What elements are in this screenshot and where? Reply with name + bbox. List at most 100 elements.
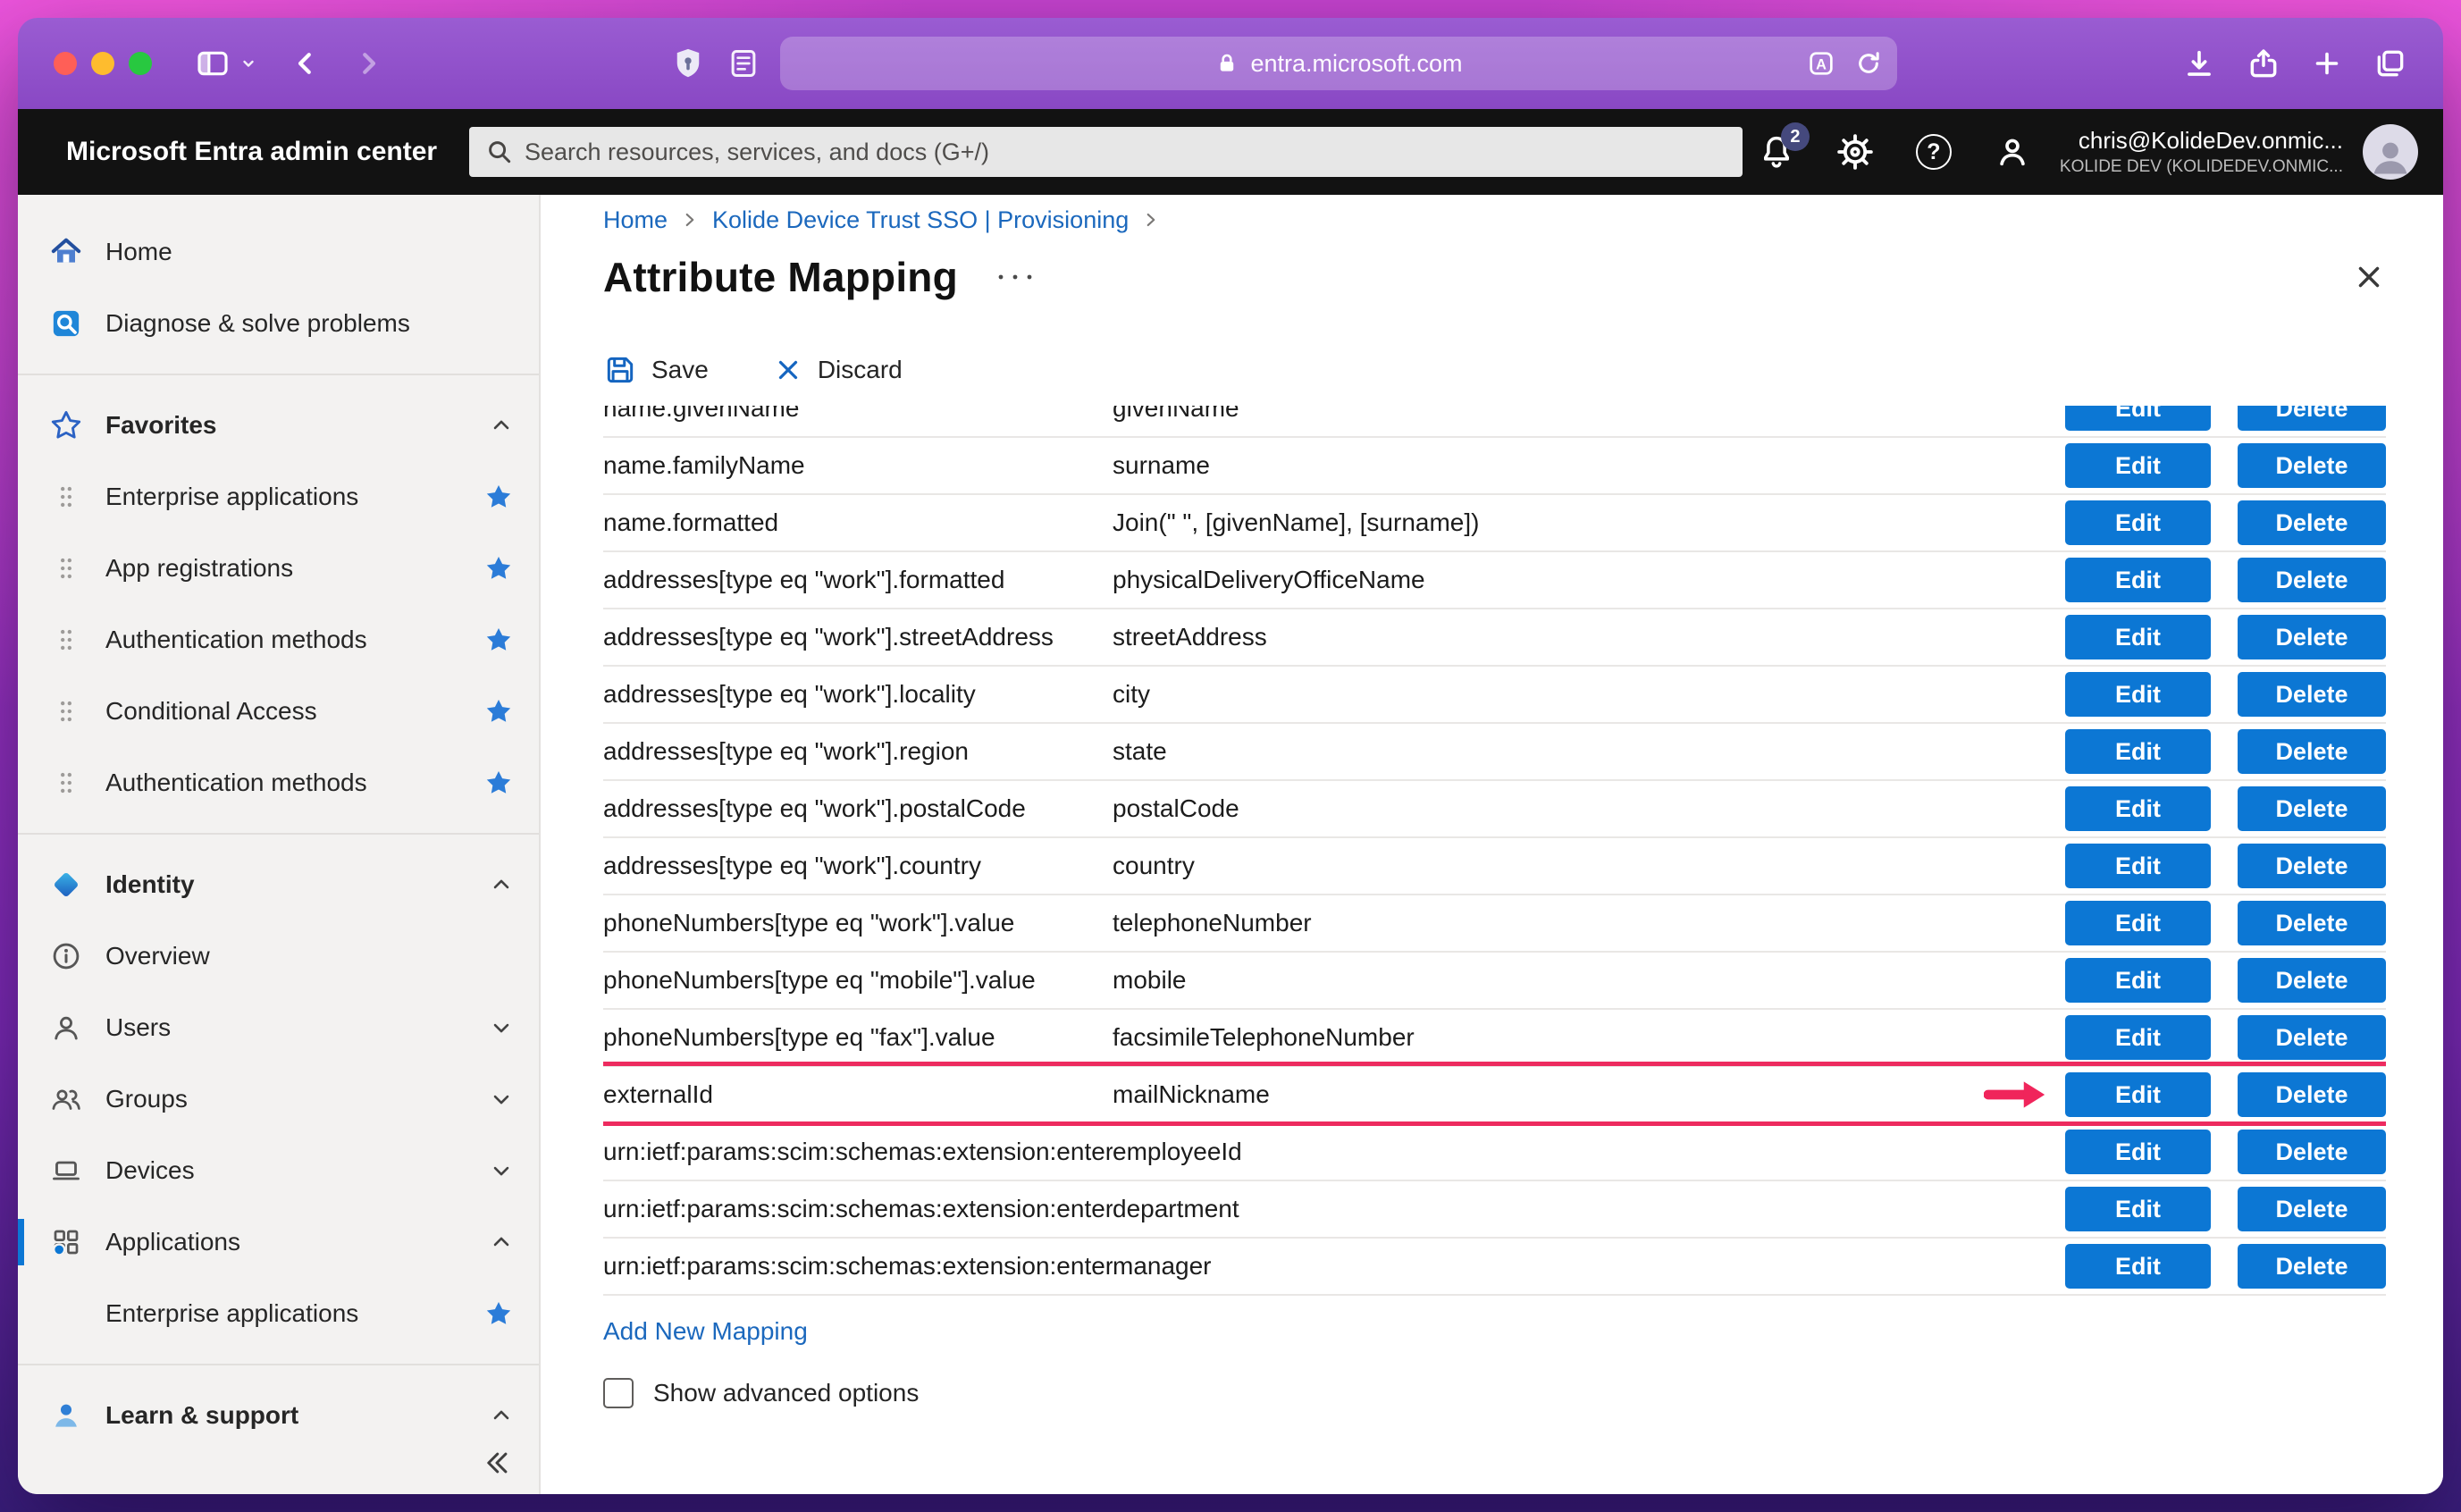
tab-overview-button[interactable]	[2373, 46, 2407, 80]
sidebar-item-enterprise-applications[interactable]: Enterprise applications	[18, 1278, 539, 1349]
star-icon[interactable]	[483, 696, 514, 727]
star-icon[interactable]	[483, 482, 514, 512]
close-window-button[interactable]	[54, 52, 77, 75]
grip-icon[interactable]	[46, 627, 86, 652]
sidebar-item-home[interactable]: Home	[18, 216, 539, 288]
edit-button[interactable]: Edit	[2065, 844, 2211, 888]
sidebar-item-enterprise-applications-fav[interactable]: Enterprise applications	[18, 461, 539, 533]
grip-icon[interactable]	[46, 556, 86, 581]
target-attribute: state	[1113, 737, 2065, 766]
reader-button[interactable]	[727, 46, 760, 80]
edit-button[interactable]: Edit	[2065, 1187, 2211, 1231]
star-icon[interactable]	[483, 553, 514, 584]
delete-button[interactable]: Delete	[2238, 672, 2386, 717]
account-info[interactable]: chris@KolideDev.onmic... KOLIDE DEV (KOL…	[2060, 126, 2343, 178]
source-attribute: name.givenName	[603, 406, 1113, 423]
delete-button[interactable]: Delete	[2238, 1187, 2386, 1231]
translate-button[interactable]: A	[1806, 48, 1836, 79]
edit-button[interactable]: Edit	[2065, 958, 2211, 1003]
help-button[interactable]	[1913, 131, 1954, 172]
edit-button[interactable]: Edit	[2065, 1130, 2211, 1174]
grip-icon[interactable]	[46, 484, 86, 509]
breadcrumb-provisioning-link[interactable]: Kolide Device Trust SSO | Provisioning	[712, 206, 1129, 234]
source-attribute: addresses[type eq "work"].country	[603, 852, 1113, 880]
sidebar-section-favorites[interactable]: Favorites	[18, 390, 539, 461]
advanced-options-checkbox[interactable]	[603, 1378, 634, 1408]
delete-button[interactable]: Delete	[2238, 406, 2386, 431]
edit-button[interactable]: Edit	[2065, 786, 2211, 831]
edit-button[interactable]: Edit	[2065, 615, 2211, 659]
edit-button[interactable]: Edit	[2065, 406, 2211, 431]
chevron-up-icon	[489, 872, 514, 897]
star-icon[interactable]	[483, 768, 514, 798]
sidebar-item-overview[interactable]: Overview	[18, 920, 539, 992]
edit-button[interactable]: Edit	[2065, 672, 2211, 717]
delete-button[interactable]: Delete	[2238, 1130, 2386, 1174]
collapse-sidebar-button[interactable]	[482, 1448, 512, 1478]
close-button[interactable]	[2352, 260, 2386, 294]
sidebar-item-applications[interactable]: Applications	[18, 1206, 539, 1278]
avatar[interactable]	[2363, 124, 2418, 180]
edit-button[interactable]: Edit	[2065, 729, 2211, 774]
add-new-mapping-link[interactable]: Add New Mapping	[603, 1317, 808, 1346]
sidebar-section-identity[interactable]: Identity	[18, 849, 539, 920]
sidebar-toggle-button[interactable]	[195, 46, 231, 81]
sidebar-section-learn-support[interactable]: Learn & support	[18, 1380, 539, 1451]
minimize-window-button[interactable]	[91, 52, 114, 75]
delete-button[interactable]: Delete	[2238, 443, 2386, 488]
delete-button[interactable]: Delete	[2238, 844, 2386, 888]
address-bar-group: entra.microsoft.com A	[669, 37, 1897, 90]
toolbar-chevron-button[interactable]	[238, 53, 259, 74]
edit-button[interactable]: Edit	[2065, 901, 2211, 945]
edit-button[interactable]: Edit	[2065, 1015, 2211, 1060]
delete-button[interactable]: Delete	[2238, 558, 2386, 602]
sidebar-item-diagnose[interactable]: Diagnose & solve problems	[18, 288, 539, 359]
delete-button[interactable]: Delete	[2238, 615, 2386, 659]
breadcrumb-home-link[interactable]: Home	[603, 206, 668, 234]
save-icon	[603, 353, 637, 387]
delete-button[interactable]: Delete	[2238, 786, 2386, 831]
downloads-button[interactable]	[2182, 46, 2216, 80]
global-search[interactable]	[469, 127, 1743, 177]
sidebar-item-app-registrations[interactable]: App registrations	[18, 533, 539, 604]
delete-button[interactable]: Delete	[2238, 1244, 2386, 1289]
delete-button[interactable]: Delete	[2238, 1015, 2386, 1060]
sidebar-item-users[interactable]: Users	[18, 992, 539, 1063]
sidebar-item-authentication-methods[interactable]: Authentication methods	[18, 604, 539, 676]
global-search-input[interactable]	[525, 139, 1726, 166]
edit-button[interactable]: Edit	[2065, 1072, 2211, 1117]
target-attribute: mailNickname	[1113, 1080, 2065, 1109]
star-icon[interactable]	[483, 625, 514, 655]
discard-button[interactable]: Discard	[773, 355, 903, 385]
save-button[interactable]: Save	[603, 353, 709, 387]
forward-button[interactable]	[352, 47, 384, 80]
delete-button[interactable]: Delete	[2238, 958, 2386, 1003]
feedback-button[interactable]	[1992, 131, 2033, 172]
grip-icon[interactable]	[46, 770, 86, 795]
delete-button[interactable]: Delete	[2238, 901, 2386, 945]
new-tab-button[interactable]	[2311, 47, 2343, 80]
grip-icon[interactable]	[46, 699, 86, 724]
delete-button[interactable]: Delete	[2238, 729, 2386, 774]
edit-button[interactable]: Edit	[2065, 443, 2211, 488]
edit-button[interactable]: Edit	[2065, 1244, 2211, 1289]
settings-button[interactable]	[1835, 131, 1876, 172]
mapping-row: externalId mailNickname Edit Delete	[603, 1067, 2386, 1124]
delete-button[interactable]: Delete	[2238, 1072, 2386, 1117]
edit-button[interactable]: Edit	[2065, 558, 2211, 602]
star-icon[interactable]	[483, 1298, 514, 1329]
notifications-button[interactable]: 2	[1756, 131, 1797, 172]
sidebar-item-authentication-methods-2[interactable]: Authentication methods	[18, 747, 539, 819]
address-bar[interactable]: entra.microsoft.com A	[780, 37, 1897, 90]
delete-button[interactable]: Delete	[2238, 500, 2386, 545]
sidebar-item-devices[interactable]: Devices	[18, 1135, 539, 1206]
sidebar-item-groups[interactable]: Groups	[18, 1063, 539, 1135]
back-button[interactable]	[290, 47, 322, 80]
edit-button[interactable]: Edit	[2065, 500, 2211, 545]
zoom-window-button[interactable]	[129, 52, 152, 75]
sidebar-item-conditional-access[interactable]: Conditional Access	[18, 676, 539, 747]
privacy-shield-icon[interactable]	[669, 45, 707, 82]
reload-button[interactable]	[1854, 49, 1883, 78]
more-button[interactable]	[995, 271, 1035, 283]
share-button[interactable]	[2247, 46, 2280, 80]
